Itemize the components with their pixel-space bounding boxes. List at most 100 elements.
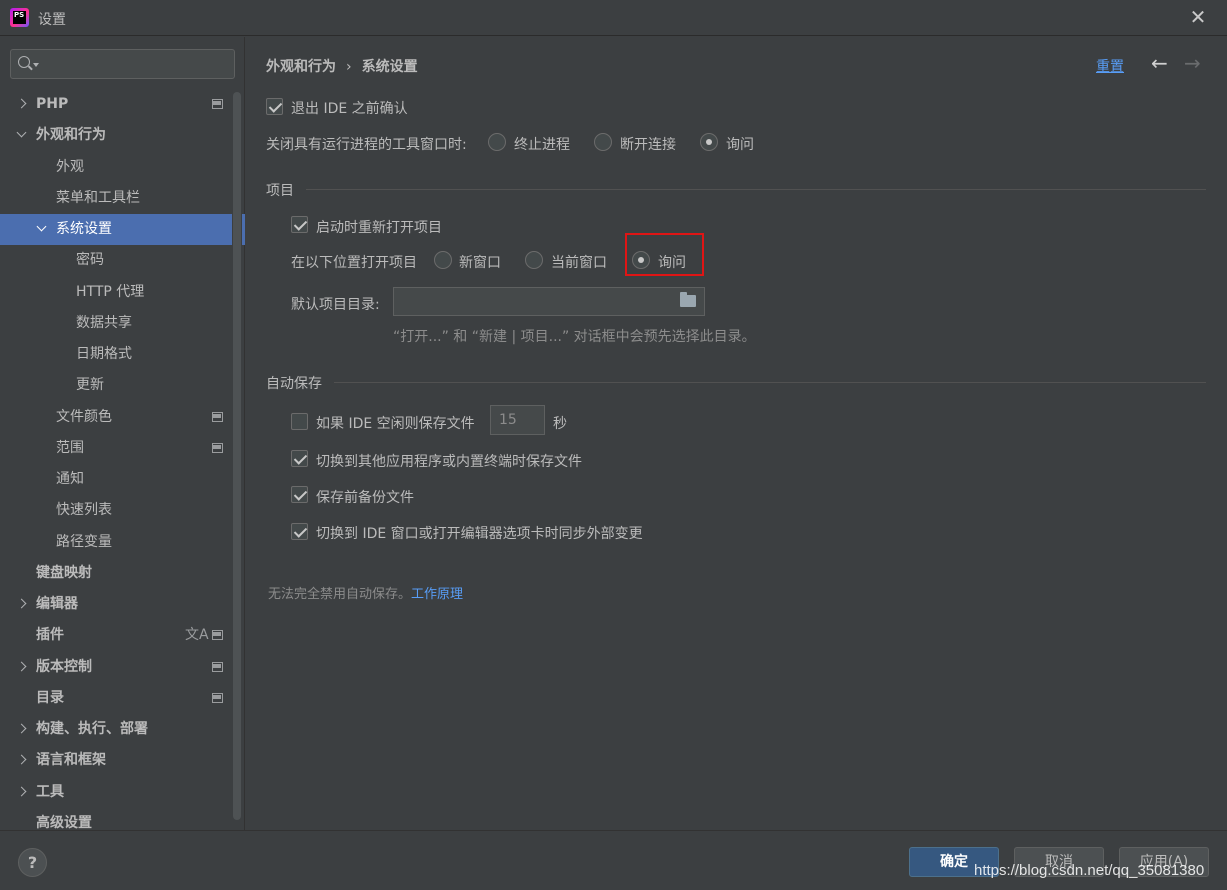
sidebar-item-label: 编辑器	[36, 596, 78, 612]
title-bar: PS 设置 ✕	[0, 0, 1227, 36]
open-project-in-label: 在以下位置打开项目	[291, 255, 417, 271]
radio-current-window-label: 当前窗口	[551, 255, 607, 271]
chevron-down-icon[interactable]	[36, 221, 47, 232]
sidebar-item-label: 快速列表	[56, 502, 112, 518]
backup-before-save-label: 保存前备份文件	[316, 490, 414, 506]
search-input[interactable]	[43, 54, 228, 74]
folder-browse-icon[interactable]	[680, 292, 696, 307]
reset-link[interactable]: 重置	[1096, 56, 1124, 76]
how-it-works-link[interactable]: 工作原理	[411, 587, 463, 602]
search-options-icon[interactable]	[33, 63, 39, 67]
idle-seconds-input[interactable]: 15	[490, 405, 545, 435]
sidebar-item-label: 语言和框架	[36, 752, 106, 768]
breadcrumb-separator: ›	[346, 59, 352, 75]
sidebar-item-label: 路径变量	[56, 534, 112, 550]
section-title-project: 项目	[266, 183, 294, 199]
search-field[interactable]	[10, 49, 235, 79]
confirm-exit-checkbox[interactable]	[266, 98, 283, 115]
sync-external-changes-checkbox[interactable]	[291, 523, 308, 540]
sidebar-item-editor[interactable]: 编辑器	[0, 589, 232, 620]
breadcrumb: 外观和行为 › 系统设置	[266, 56, 418, 76]
sidebar-item-scopes[interactable]: 范围	[0, 433, 232, 464]
sidebar-item-label: 文件颜色	[56, 409, 112, 425]
default-dir-hint: “打开...” 和 “新建 | 项目...” 对话框中会预先选择此目录。	[393, 329, 756, 345]
sidebar-item-quick-lists[interactable]: 快速列表	[0, 495, 232, 526]
sidebar-item-path-variables[interactable]: 路径变量	[0, 527, 232, 558]
radio-current-window[interactable]	[525, 251, 543, 269]
sidebar-item-label: 版本控制	[36, 659, 92, 675]
back-arrow-icon[interactable]: ←	[1151, 51, 1168, 75]
sidebar-item-label: 键盘映射	[36, 565, 92, 581]
help-button[interactable]: ?	[18, 848, 47, 877]
project-level-icon	[212, 693, 223, 703]
sidebar-item-label: HTTP 代理	[76, 284, 145, 300]
sidebar-item-label: 范围	[56, 440, 84, 456]
chevron-right-icon[interactable]	[16, 786, 27, 797]
chevron-right-icon[interactable]	[16, 723, 27, 734]
sidebar-item-passwords[interactable]: 密码	[0, 245, 232, 276]
sidebar-item-label: PHP	[36, 96, 69, 112]
sidebar-item-label: 高级设置	[36, 815, 92, 830]
autosave-note: 无法完全禁用自动保存。工作原理	[268, 583, 463, 602]
sidebar-item-tools[interactable]: 工具	[0, 777, 232, 808]
sync-external-changes-label: 切换到 IDE 窗口或打开编辑器选项卡时同步外部变更	[316, 526, 643, 542]
radio-terminate-process[interactable]	[488, 133, 506, 151]
reopen-projects-checkbox[interactable]	[291, 216, 308, 233]
sidebar-item-appearance-behavior[interactable]: 外观和行为	[0, 120, 232, 151]
radio-disconnect[interactable]	[594, 133, 612, 151]
sidebar-item-keymap[interactable]: 键盘映射	[0, 558, 232, 589]
window-title: 设置	[38, 12, 66, 28]
sidebar-item-menus-toolbars[interactable]: 菜单和工具栏	[0, 183, 232, 214]
sidebar-item-php[interactable]: PHP	[0, 89, 232, 120]
sidebar-item-languages-frameworks[interactable]: 语言和框架	[0, 745, 232, 776]
radio-close-ask[interactable]	[700, 133, 718, 151]
section-title-autosave: 自动保存	[266, 376, 322, 392]
radio-new-window[interactable]	[434, 251, 452, 269]
save-on-idle-label: 如果 IDE 空闲则保存文件	[316, 416, 475, 432]
chevron-right-icon[interactable]	[16, 661, 27, 672]
backup-before-save-checkbox[interactable]	[291, 486, 308, 503]
project-level-icon	[212, 662, 223, 672]
sidebar-item-updates[interactable]: 更新	[0, 370, 232, 401]
chevron-right-icon[interactable]	[16, 98, 27, 109]
close-tool-window-label: 关闭具有运行进程的工具窗口时:	[266, 137, 467, 153]
confirm-exit-label: 退出 IDE 之前确认	[291, 101, 408, 117]
sidebar-item-label: 插件	[36, 627, 64, 643]
sidebar-item-version-control[interactable]: 版本控制	[0, 652, 232, 683]
radio-new-window-label: 新窗口	[459, 255, 501, 271]
watermark-text: https://blog.csdn.net/qq_35081380	[974, 862, 1205, 879]
sidebar-item-data-sharing[interactable]: 数据共享	[0, 308, 232, 339]
chevron-right-icon[interactable]	[16, 598, 27, 609]
sidebar-item-date-formats[interactable]: 日期格式	[0, 339, 232, 370]
project-level-icon	[212, 630, 223, 640]
breadcrumb-parent[interactable]: 外观和行为	[266, 59, 336, 75]
sidebar-item-appearance[interactable]: 外观	[0, 152, 232, 183]
sidebar-item-label: 更新	[76, 377, 104, 393]
settings-sidebar: PHP 外观和行为 外观 菜单和工具栏 系统设置 密码 HTTP 代理 数据共享…	[0, 37, 245, 830]
sidebar-item-http-proxy[interactable]: HTTP 代理	[0, 277, 232, 308]
radio-close-ask-label: 询问	[726, 137, 754, 153]
sidebar-item-file-colors[interactable]: 文件颜色	[0, 402, 232, 433]
section-divider	[306, 189, 1206, 190]
sidebar-scrollbar[interactable]	[233, 92, 241, 820]
sidebar-item-system-settings[interactable]: 系统设置	[0, 214, 245, 245]
sidebar-item-plugins[interactable]: 插件 文A	[0, 620, 232, 651]
sidebar-item-directories[interactable]: 目录	[0, 683, 232, 714]
sidebar-item-label: 通知	[56, 471, 84, 487]
forward-arrow-icon[interactable]: →	[1184, 51, 1201, 75]
sidebar-item-advanced-settings[interactable]: 高级设置	[0, 808, 232, 830]
sidebar-item-label: 日期格式	[76, 346, 132, 362]
default-project-dir-field[interactable]	[393, 287, 705, 316]
close-icon[interactable]: ✕	[1188, 7, 1208, 27]
sidebar-item-notifications[interactable]: 通知	[0, 464, 232, 495]
save-on-idle-checkbox[interactable]	[291, 413, 308, 430]
save-on-switch-label: 切换到其他应用程序或内置终端时保存文件	[316, 454, 582, 470]
dialog-button-bar: ? 确定 取消 应用(A) https://blog.csdn.net/qq_3…	[0, 830, 1227, 890]
chevron-down-icon[interactable]	[16, 127, 27, 138]
project-level-icon	[212, 443, 223, 453]
chevron-right-icon[interactable]	[16, 754, 27, 765]
save-on-switch-checkbox[interactable]	[291, 450, 308, 467]
settings-content: 外观和行为 › 系统设置 重置 ← → 退出 IDE 之前确认 关闭具有运行进程的工…	[246, 37, 1227, 830]
sidebar-item-build-execution-deployment[interactable]: 构建、执行、部署	[0, 714, 232, 745]
project-level-icon	[212, 99, 223, 109]
